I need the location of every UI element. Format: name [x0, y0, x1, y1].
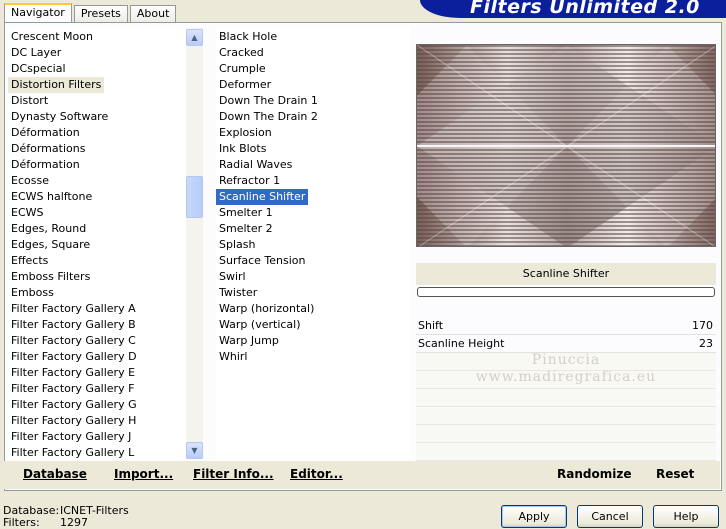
database-button[interactable]: Database	[23, 467, 87, 481]
category-item[interactable]: Filter Factory Gallery E	[8, 365, 186, 381]
empty-param-row	[416, 425, 716, 443]
category-item[interactable]: ECWS	[8, 205, 186, 221]
filter-item[interactable]: Warp Jump	[216, 333, 410, 349]
category-item[interactable]: Crescent Moon	[8, 29, 186, 45]
category-item[interactable]: Filter Factory Gallery A	[8, 301, 186, 317]
bottom-toolbar: Database Import... Filter Info... Editor…	[4, 461, 720, 489]
progress-bar	[417, 287, 715, 297]
tab-presets[interactable]: Presets	[73, 5, 128, 23]
param-value: 170	[692, 319, 713, 332]
category-item[interactable]: Filter Factory Gallery J	[8, 429, 186, 445]
watermark: Pinuccia www.madiregrafica.eu	[416, 352, 716, 386]
filter-info-button[interactable]: Filter Info...	[193, 467, 274, 481]
category-item[interactable]: DC Layer	[8, 45, 186, 61]
category-item[interactable]: Dynasty Software	[8, 109, 186, 125]
import-button[interactable]: Import...	[114, 467, 173, 481]
category-item[interactable]: Effects	[8, 253, 186, 269]
category-item[interactable]: Edges, Square	[8, 237, 186, 253]
category-item[interactable]: Emboss Filters	[8, 269, 186, 285]
filter-item[interactable]: Swirl	[216, 269, 410, 285]
filter-item[interactable]: Down The Drain 2	[216, 109, 410, 125]
filter-item[interactable]: Smelter 1	[216, 205, 410, 221]
category-scrollbar[interactable]: ▲ ▼	[186, 28, 203, 459]
category-item[interactable]: Filter Factory Gallery C	[8, 333, 186, 349]
status-label: Filters:	[3, 516, 40, 529]
filter-item[interactable]: Ink Blots	[216, 141, 410, 157]
filter-item[interactable]: Deformer	[216, 77, 410, 93]
editor-button[interactable]: Editor...	[290, 467, 343, 481]
preview-image	[416, 44, 716, 247]
filter-item[interactable]: Splash	[216, 237, 410, 253]
category-item[interactable]: Distort	[8, 93, 186, 109]
filter-item[interactable]: Warp (vertical)	[216, 317, 410, 333]
category-item[interactable]: Filter Factory Gallery L	[8, 445, 186, 459]
category-item[interactable]: Déformations	[8, 141, 186, 157]
tab-navigator[interactable]: Navigator	[4, 3, 72, 23]
watermark-line: www.madiregrafica.eu	[475, 369, 657, 385]
filter-item[interactable]: Crumple	[216, 61, 410, 77]
watermark-line: Pinuccia	[531, 352, 601, 368]
category-item[interactable]: Déformation	[8, 157, 186, 173]
filter-item[interactable]: Radial Waves	[216, 157, 410, 173]
scroll-up-icon[interactable]: ▲	[186, 29, 203, 46]
category-item[interactable]: Emboss	[8, 285, 186, 301]
filter-item[interactable]: Refractor 1	[216, 173, 410, 189]
scroll-down-icon[interactable]: ▼	[186, 442, 203, 459]
filter-item[interactable]: Explosion	[216, 125, 410, 141]
category-item[interactable]: Distortion Filters	[8, 77, 105, 93]
param-value: 23	[699, 337, 713, 350]
empty-param-row	[416, 443, 716, 461]
category-item[interactable]: Déformation	[8, 125, 186, 141]
banner-title: Filters Unlimited 2.0	[470, 0, 700, 18]
reset-button[interactable]: Reset	[656, 467, 694, 481]
category-item[interactable]: Filter Factory Gallery H	[8, 413, 186, 429]
filter-item[interactable]: Scanline Shifter	[216, 189, 309, 205]
category-item[interactable]: DCspecial	[8, 61, 186, 77]
tab-about[interactable]: About	[129, 5, 177, 23]
param-row-shift[interactable]: Shift 170	[416, 317, 716, 335]
empty-param-row	[416, 407, 716, 425]
empty-param-row	[416, 389, 716, 407]
filter-item[interactable]: Cracked	[216, 45, 410, 61]
filter-item[interactable]: Down The Drain 1	[216, 93, 410, 109]
tab-strip: Navigator Presets About	[4, 3, 178, 23]
status-filters: Filters: 1297	[3, 516, 88, 529]
param-label: Scanline Height	[418, 337, 505, 350]
filter-item[interactable]: Black Hole	[216, 29, 410, 45]
scroll-thumb[interactable]	[186, 176, 203, 218]
preview-filter-name: Scanline Shifter	[416, 263, 716, 285]
filter-list[interactable]: Black Hole Cracked Crumple Deformer Down The…	[216, 28, 410, 459]
category-item[interactable]: Ecosse	[8, 173, 186, 189]
category-item[interactable]: Edges, Round	[8, 221, 186, 237]
param-row-scanline-height[interactable]: Scanline Height 23	[416, 335, 716, 353]
status-value: 1297	[60, 516, 88, 529]
filter-item[interactable]: Warp (horizontal)	[216, 301, 410, 317]
filter-item[interactable]: Twister	[216, 285, 410, 301]
param-label: Shift	[418, 319, 444, 332]
filter-item[interactable]: Surface Tension	[216, 253, 410, 269]
filter-item[interactable]: Whirl	[216, 349, 410, 365]
title-banner: Filters Unlimited 2.0	[420, 0, 726, 18]
filter-item[interactable]: Smelter 2	[216, 221, 410, 237]
randomize-button[interactable]: Randomize	[557, 467, 631, 481]
category-item[interactable]: Filter Factory Gallery D	[8, 349, 186, 365]
category-item[interactable]: ECWS halftone	[8, 189, 186, 205]
category-item[interactable]: Filter Factory Gallery G	[8, 397, 186, 413]
category-list[interactable]: Crescent Moon DC Layer DCspecial Distortion…	[8, 28, 186, 459]
category-item[interactable]: Filter Factory Gallery F	[8, 381, 186, 397]
category-item[interactable]: Filter Factory Gallery B	[8, 317, 186, 333]
